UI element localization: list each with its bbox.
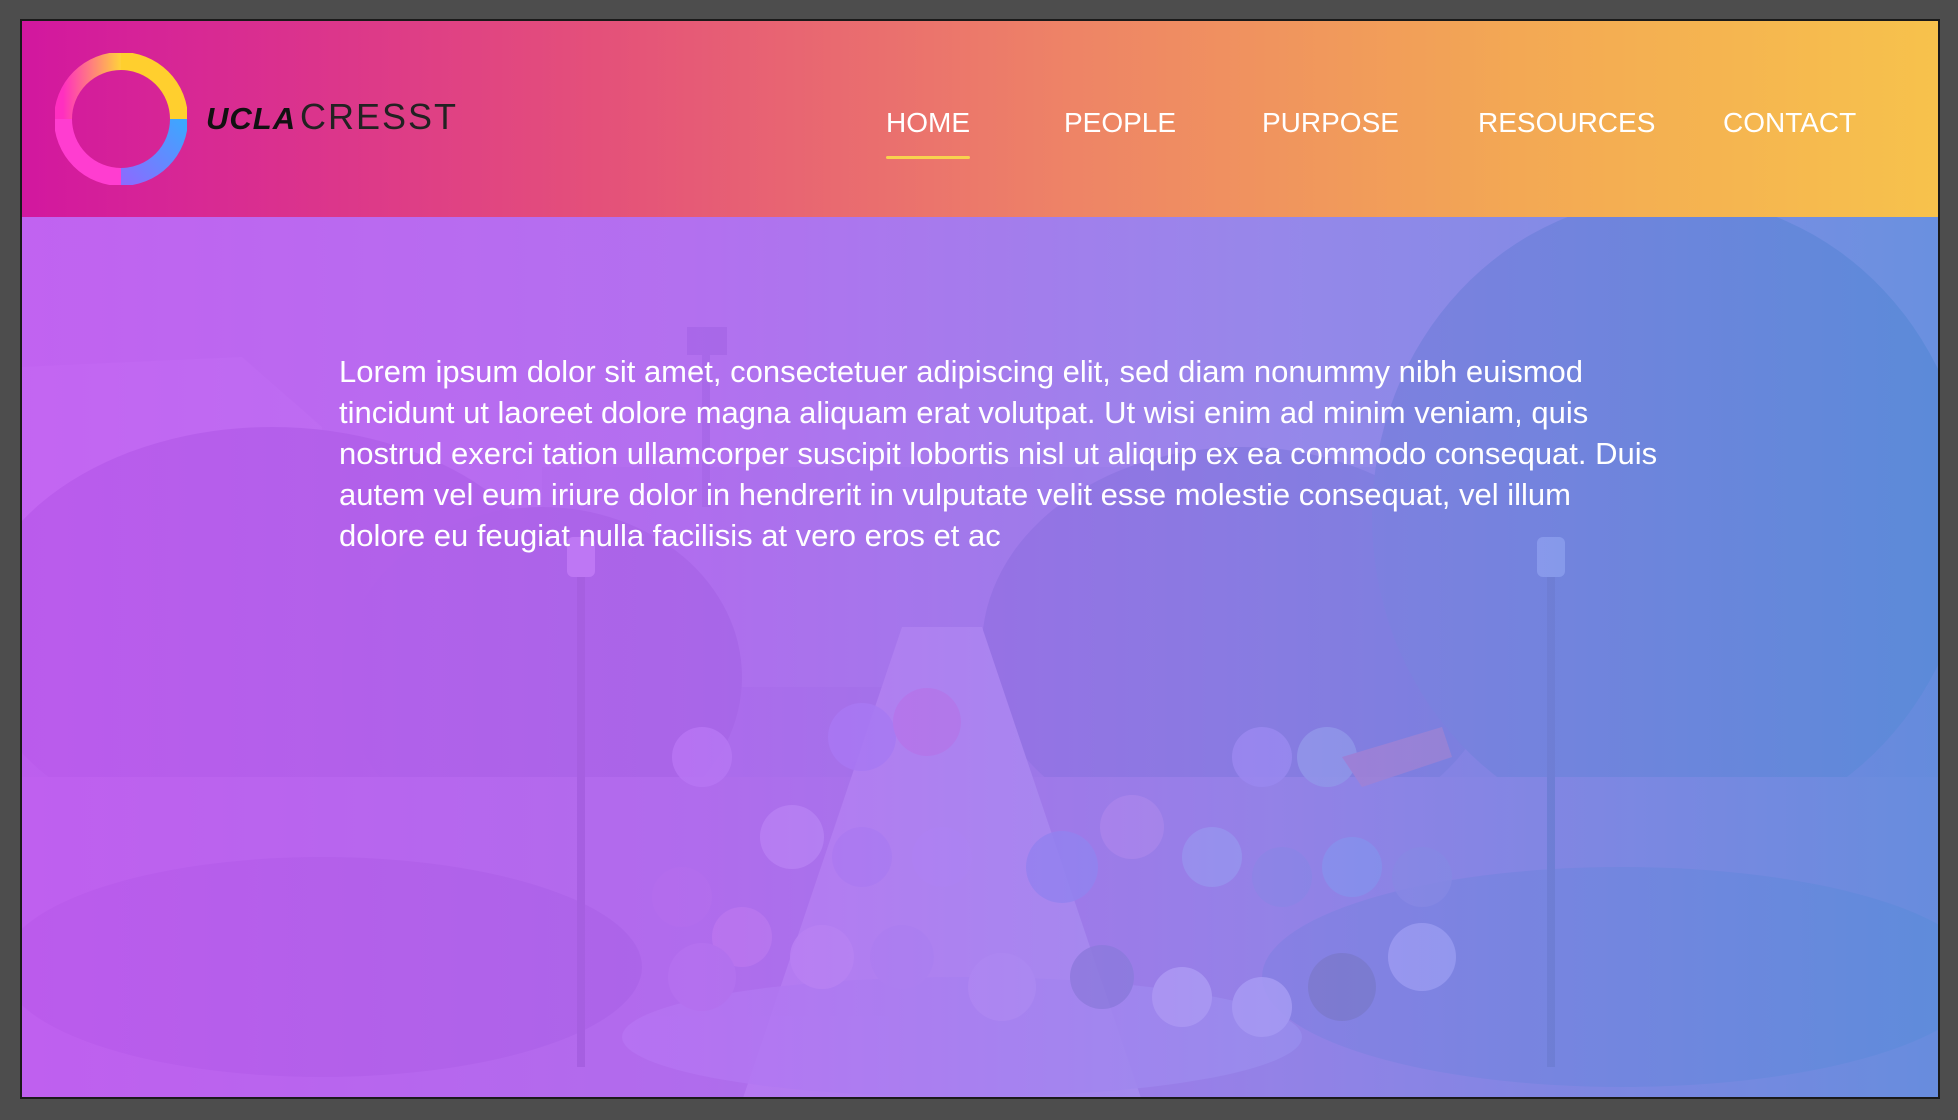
hero-paragraph: Lorem ipsum dolor sit amet, consectetuer… [339,354,1658,553]
hero-section: Lorem ipsum dolor sit amet, consectetuer… [22,217,1938,1097]
nav-home[interactable]: HOME [886,107,970,139]
browser-frame: UCLA CRESST HOME PEOPLE PURPOSE RESOURCE… [20,19,1940,1099]
nav-contact[interactable]: CONTACT [1723,107,1856,139]
nav-purpose[interactable]: PURPOSE [1262,107,1399,139]
nav-active-indicator [886,156,970,159]
gradient-overlay [22,217,1938,1097]
nav-resources[interactable]: RESOURCES [1478,107,1655,139]
main-nav: HOME PEOPLE PURPOSE RESOURCES CONTACT [22,21,1938,217]
nav-people[interactable]: PEOPLE [1064,107,1176,139]
site-header: UCLA CRESST HOME PEOPLE PURPOSE RESOURCE… [22,21,1938,217]
